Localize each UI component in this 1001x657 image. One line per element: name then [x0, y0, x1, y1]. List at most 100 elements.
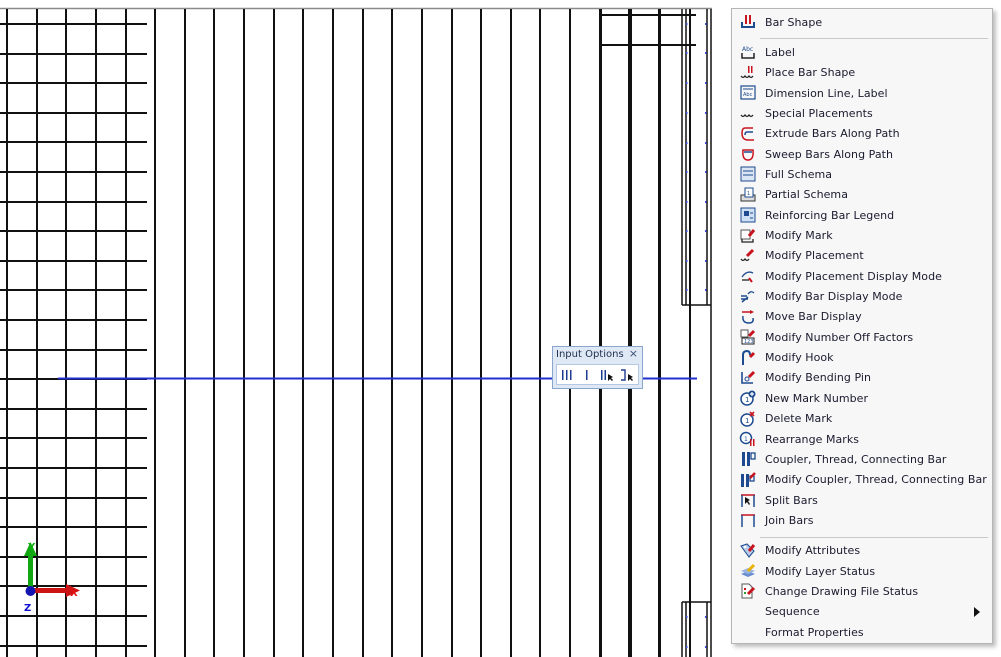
menu-item-delete-mark[interactable]: 1 Delete Mark — [734, 409, 990, 429]
input-options-title: Input Options — [556, 349, 624, 360]
svg-text:1: 1 — [745, 417, 749, 425]
snap-marker — [686, 112, 688, 114]
snap-marker — [705, 171, 707, 173]
place-bar-shape-icon — [738, 64, 758, 82]
menu-item-split-bars[interactable]: Split Bars — [734, 490, 990, 510]
single-bar-button[interactable] — [577, 366, 597, 384]
delete-mark-icon: 1 — [738, 410, 758, 428]
menu-item-label: Special Placements — [765, 106, 873, 120]
menu-item-move-bar-display[interactable]: Move Bar Display — [734, 307, 990, 327]
menu-item-modify-attributes[interactable]: Modify Attributes — [734, 541, 990, 561]
svg-text:1: 1 — [747, 191, 750, 197]
full-schema-icon — [738, 165, 758, 183]
bending-pin-icon — [738, 369, 758, 387]
menu-item-coupler-thread-connecting-bar[interactable]: Coupler, Thread, Connecting Bar — [734, 449, 990, 469]
placement-display-mode-icon — [738, 267, 758, 285]
snap-marker — [705, 112, 707, 114]
menu-item-extrude-bars-along-path[interactable]: Extrude Bars Along Path — [734, 124, 990, 144]
submenu-arrow-icon — [974, 606, 980, 617]
snap-marker — [686, 230, 688, 232]
snap-marker — [705, 82, 707, 84]
x-axis-label: X — [70, 588, 78, 599]
snap-marker — [705, 289, 707, 291]
input-options-toolbar[interactable]: Input Options × — [552, 346, 643, 389]
modify-mark-icon — [738, 227, 758, 245]
snap-marker — [705, 230, 707, 232]
menu-item-sequence[interactable]: Sequence — [734, 602, 990, 622]
z-axis-label: Z — [24, 603, 31, 614]
bracket-pick-icon — [621, 368, 633, 381]
modify-hook-icon — [738, 349, 758, 367]
menu-item-sweep-bars-along-path[interactable]: Sweep Bars Along Path — [734, 144, 990, 164]
menu-item-label: Place Bar Shape — [765, 66, 856, 80]
special-placements-icon — [738, 104, 758, 122]
drawing-file-status-icon — [738, 582, 758, 600]
menu-item-label: Move Bar Display — [765, 310, 862, 324]
menu-item-modify-bar-display-mode[interactable]: Modify Bar Display Mode — [734, 287, 990, 307]
menu-item-join-bars[interactable]: Join Bars — [734, 510, 990, 530]
menu-item-label[interactable]: Abc Label — [734, 42, 990, 62]
context-menu[interactable]: Bar Shape Abc Label Place Bar Shape Abc Dimen… — [731, 8, 993, 644]
svg-text:1: 1 — [745, 396, 749, 404]
menu-item-label: New Mark Number — [765, 391, 869, 405]
menu-item-label: Split Bars — [765, 493, 818, 507]
number-off-factors-icon: 123 — [738, 328, 758, 346]
blank-icon — [738, 623, 758, 641]
join-bars-icon — [738, 511, 758, 529]
menu-item-label: Reinforcing Bar Legend — [765, 208, 895, 222]
x-axis-arrow — [31, 588, 69, 593]
menu-item-label: Format Properties — [765, 625, 864, 639]
menu-item-modify-mark[interactable]: Modify Mark — [734, 226, 990, 246]
menu-item-bar-shape[interactable]: Bar Shape — [734, 12, 990, 32]
menu-item-partial-schema[interactable]: 1 Partial Schema — [734, 185, 990, 205]
snap-marker — [686, 82, 688, 84]
bars-pick-button[interactable] — [597, 366, 617, 384]
svg-text:Abc: Abc — [743, 92, 753, 98]
close-icon[interactable]: × — [629, 347, 638, 360]
snap-marker — [686, 646, 688, 648]
menu-item-label: Modify Layer Status — [765, 564, 876, 578]
multiple-bars-icon — [562, 369, 572, 380]
drawing-canvas[interactable]: Y X Z Input Options × Bar Shape Abc Labe… — [0, 0, 1001, 657]
snap-marker — [705, 260, 707, 262]
multiple-bars-button[interactable] — [557, 366, 577, 384]
menu-item-label: Join Bars — [765, 513, 814, 527]
menu-item-label: Partial Schema — [765, 188, 848, 202]
menu-item-modify-bending-pin[interactable]: Modify Bending Pin — [734, 368, 990, 388]
snap-marker — [705, 142, 707, 144]
menu-item-modify-number-off-factors[interactable]: 123 Modify Number Off Factors — [734, 327, 990, 347]
menu-item-label: Delete Mark — [765, 412, 833, 426]
menu-item-modify-coupler-thread-connecting-bar[interactable]: Modify Coupler, Thread, Connecting Bar — [734, 470, 990, 490]
menu-item-label: Sequence — [765, 605, 820, 619]
bracket-pick-button[interactable] — [617, 366, 637, 384]
menu-item-place-bar-shape[interactable]: Place Bar Shape — [734, 63, 990, 83]
menu-item-modify-hook[interactable]: Modify Hook — [734, 348, 990, 368]
bar-shape-icon — [738, 13, 758, 31]
snap-marker — [705, 201, 707, 203]
menu-item-label: Modify Bar Display Mode — [765, 290, 903, 304]
single-bar-icon — [586, 369, 588, 380]
menu-item-modify-placement[interactable]: Modify Placement — [734, 246, 990, 266]
menu-item-label: Label — [765, 45, 795, 59]
menu-item-dimension-line-label[interactable]: Abc Dimension Line, Label — [734, 83, 990, 103]
snap-marker — [686, 52, 688, 54]
move-bar-display-icon — [738, 308, 758, 326]
snap-marker — [686, 260, 688, 262]
menu-item-change-drawing-file-status[interactable]: Change Drawing File Status — [734, 581, 990, 601]
menu-item-special-placements[interactable]: Special Placements — [734, 103, 990, 123]
snap-marker — [705, 23, 707, 25]
menu-item-modify-layer-status[interactable]: Modify Layer Status — [734, 561, 990, 581]
menu-item-reinforcing-bar-legend[interactable]: Reinforcing Bar Legend — [734, 205, 990, 225]
svg-text:123: 123 — [744, 339, 754, 345]
menu-item-modify-placement-display-mode[interactable]: Modify Placement Display Mode — [734, 266, 990, 286]
menu-item-label: Modify Placement Display Mode — [765, 269, 942, 283]
menu-item-new-mark-number[interactable]: 1 New Mark Number — [734, 388, 990, 408]
snap-marker — [705, 646, 707, 648]
menu-item-format-properties[interactable]: Format Properties — [734, 622, 990, 642]
y-axis-arrow — [28, 552, 33, 590]
input-options-buttons — [556, 364, 639, 385]
menu-item-label: Extrude Bars Along Path — [765, 127, 900, 141]
menu-item-full-schema[interactable]: Full Schema — [734, 164, 990, 184]
menu-item-rearrange-marks[interactable]: 1 Rearrange Marks — [734, 429, 990, 449]
menu-item-label: Modify Bending Pin — [765, 371, 872, 385]
